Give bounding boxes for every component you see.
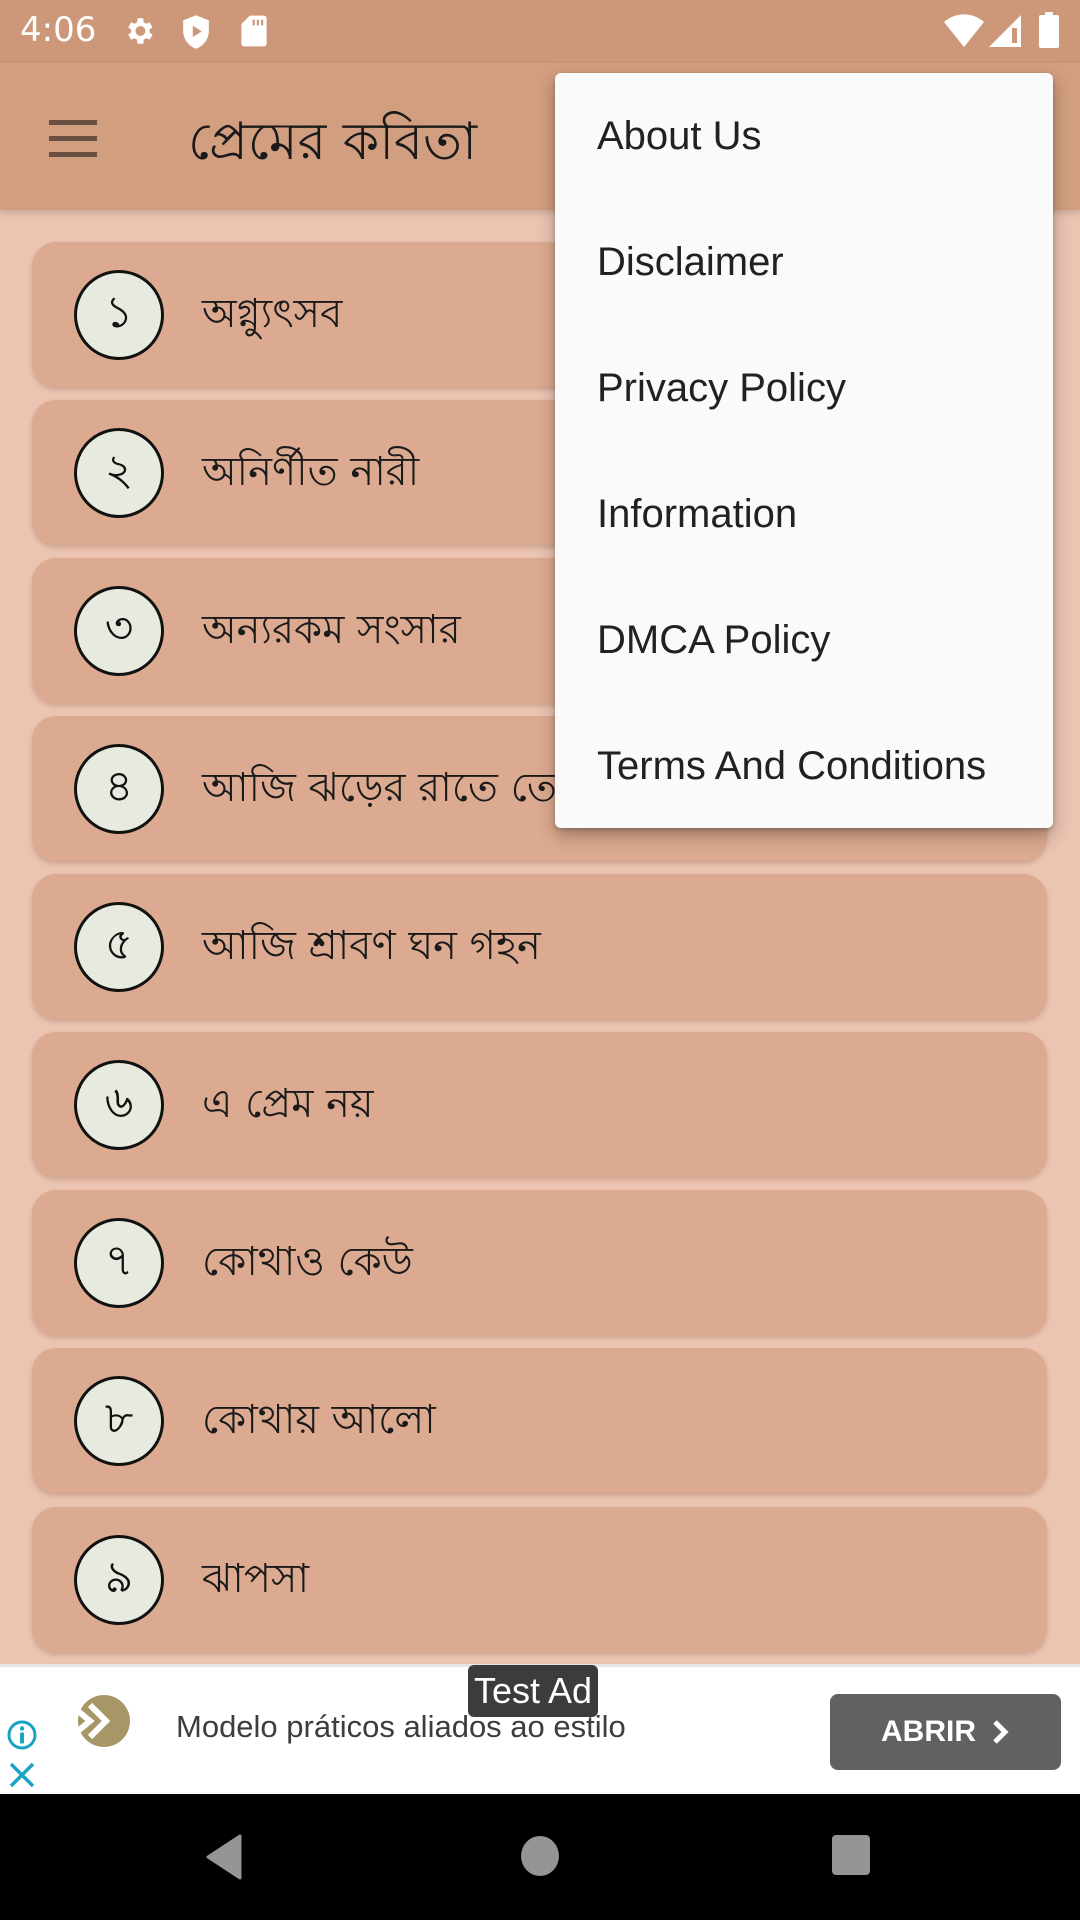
poem-number-badge: ৪ bbox=[74, 744, 164, 834]
menu-item-about-us[interactable]: About Us bbox=[555, 73, 1053, 199]
hamburger-menu-icon[interactable] bbox=[30, 103, 115, 173]
status-time: 4:06 bbox=[20, 10, 97, 50]
poem-number-badge: ৭ bbox=[74, 1218, 164, 1308]
poem-number-badge: ১ bbox=[74, 270, 164, 360]
ad-close-icon[interactable] bbox=[8, 1761, 36, 1794]
poem-number-badge: ৬ bbox=[74, 1060, 164, 1150]
poem-title: কোথাও কেউ bbox=[202, 1239, 413, 1285]
recents-icon[interactable] bbox=[831, 1834, 871, 1881]
chevron-right-icon bbox=[993, 1720, 1009, 1744]
poem-number-badge: ৫ bbox=[74, 902, 164, 992]
poem-number-badge: ৮ bbox=[74, 1376, 164, 1466]
poem-number-badge: ৯ bbox=[74, 1535, 164, 1625]
ad-open-button[interactable]: ABRIR bbox=[830, 1694, 1061, 1770]
test-ad-badge: Test Ad bbox=[468, 1665, 599, 1717]
play-protect-icon bbox=[180, 14, 212, 55]
system-nav-bar bbox=[0, 1794, 1080, 1920]
settings-icon bbox=[122, 14, 156, 53]
poem-list-item[interactable]: ৫ আজি শ্রাবণ ঘন গহন bbox=[32, 874, 1047, 1019]
poem-title: কোথায় আলো bbox=[202, 1397, 436, 1443]
overflow-menu: About Us Disclaimer Privacy Policy Infor… bbox=[555, 73, 1053, 828]
menu-item-disclaimer[interactable]: Disclaimer bbox=[555, 199, 1053, 325]
ad-info-icon[interactable] bbox=[6, 1719, 38, 1756]
poem-title: ঝাপসা bbox=[202, 1556, 310, 1602]
menu-item-information[interactable]: Information bbox=[555, 451, 1053, 577]
app-title: প্রেমের কবিতা bbox=[188, 112, 478, 172]
poem-title: আজি শ্রাবণ ঘন গহন bbox=[202, 923, 541, 969]
poem-number-badge: ২ bbox=[74, 428, 164, 518]
advertiser-logo-icon bbox=[76, 1693, 132, 1754]
wifi-icon bbox=[944, 14, 984, 53]
cell-signal-icon bbox=[988, 14, 1022, 53]
status-bar: 4:06 bbox=[0, 0, 1080, 63]
poem-list-item[interactable]: ৮ কোথায় আলো bbox=[32, 1348, 1047, 1493]
menu-item-privacy-policy[interactable]: Privacy Policy bbox=[555, 325, 1053, 451]
poem-title: অগ্ন্যুৎসব bbox=[202, 291, 343, 337]
poem-number-badge: ৩ bbox=[74, 586, 164, 676]
poem-title: এ প্রেম নয় bbox=[202, 1081, 374, 1127]
back-icon[interactable] bbox=[204, 1834, 244, 1885]
poem-list-item[interactable]: ৯ ঝাপসা bbox=[32, 1507, 1047, 1652]
menu-item-terms-and-conditions[interactable]: Terms And Conditions bbox=[555, 703, 1053, 829]
poem-title: অনির্ণীত নারী bbox=[202, 449, 420, 495]
menu-item-dmca-policy[interactable]: DMCA Policy bbox=[555, 577, 1053, 703]
ad-banner[interactable]: Modelo práticos aliados ao estilo Test A… bbox=[0, 1664, 1080, 1794]
poem-title: অন্যরকম সংসার bbox=[202, 607, 461, 653]
sd-card-icon bbox=[240, 14, 268, 53]
home-icon[interactable] bbox=[520, 1834, 560, 1883]
ad-open-label: ABRIR bbox=[881, 1715, 976, 1748]
poem-list-item[interactable]: ৭ কোথাও কেউ bbox=[32, 1190, 1047, 1335]
poem-list-item[interactable]: ৬ এ প্রেম নয় bbox=[32, 1032, 1047, 1177]
battery-icon bbox=[1038, 12, 1060, 53]
